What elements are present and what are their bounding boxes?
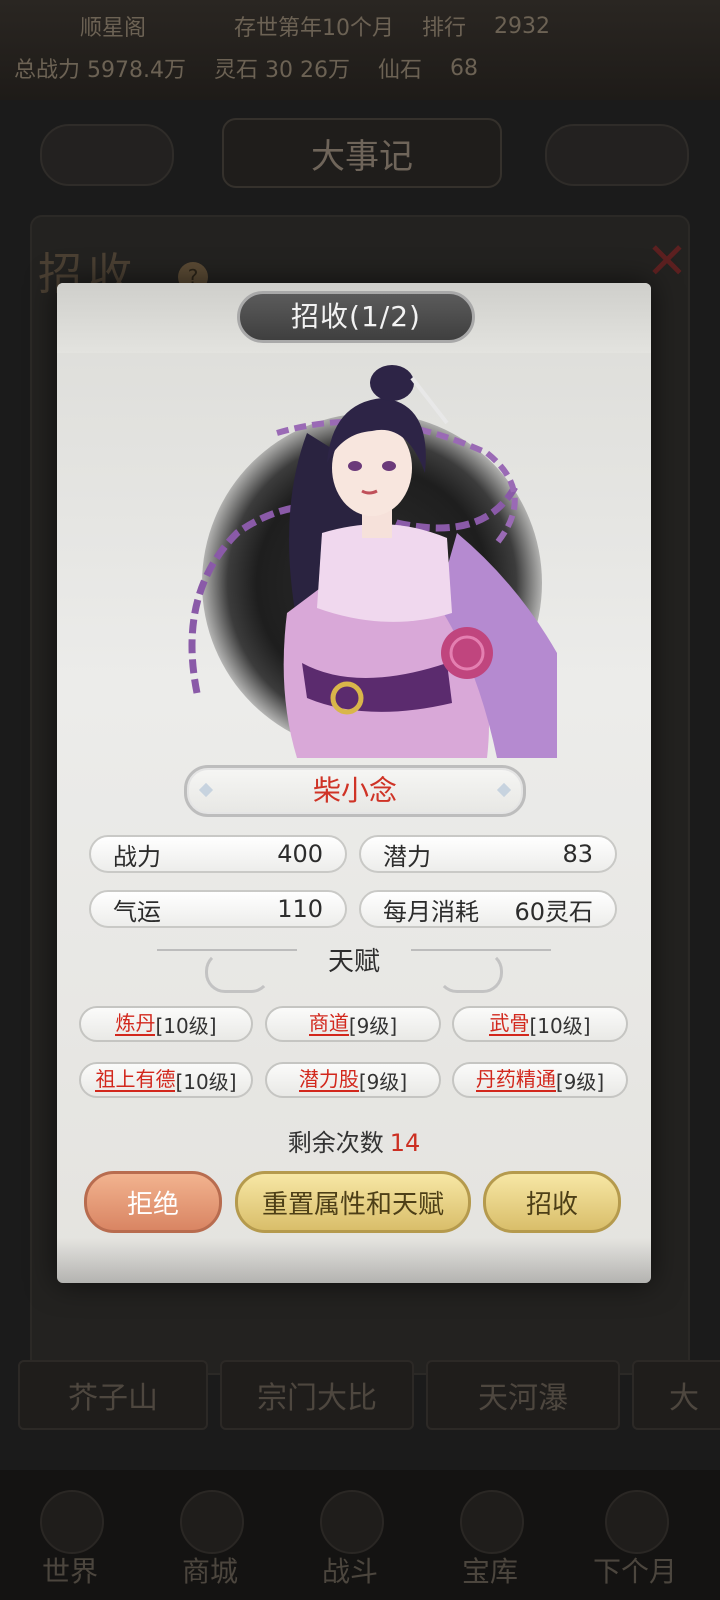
talent-name[interactable]: 潜力股 (298, 1068, 359, 1092)
talent-name[interactable]: 武骨 (489, 1012, 530, 1036)
stat-label: 气运 (113, 897, 161, 926)
resource-row: 总战力 5978.4万 灵石 30 26万 仙石 68 (14, 48, 720, 88)
talent-name[interactable]: 炼丹 (115, 1012, 156, 1036)
location-tabs: 芥子山 宗门大比 天河瀑 大 (0, 1360, 720, 1430)
nav-label: 世界 (41, 1555, 98, 1588)
nav-shop[interactable]: 商城 (150, 1490, 270, 1600)
talent-level: [10级] (155, 1013, 217, 1038)
talent-chip[interactable]: 祖上有德 [10级] (79, 1062, 253, 1098)
stat-label: 每月消耗 (383, 897, 479, 926)
stat-potential: 潜力 83 (359, 835, 617, 873)
spirit-stone: 灵石 30 26万 (213, 58, 350, 83)
refuse-button[interactable]: 拒绝 (84, 1171, 222, 1233)
talent-chip[interactable]: 商道 [9级] (265, 1006, 441, 1042)
close-icon[interactable]: ✕ (642, 236, 692, 286)
nav-label: 商城 (181, 1555, 238, 1588)
talent-chip[interactable]: 丹药精通 [9级] (452, 1062, 628, 1098)
remaining-count: 14 (389, 1129, 421, 1157)
disciple-name: 柴小念 (312, 774, 397, 807)
talent-chip[interactable]: 炼丹 [10级] (79, 1006, 253, 1042)
talent-chip[interactable]: 武骨 [10级] (452, 1006, 628, 1042)
top-tabs: 大事记 (0, 112, 720, 192)
sect-age: 存世第年10个月 (234, 16, 395, 41)
nav-world[interactable]: 世界 (10, 1490, 130, 1600)
ink-wash-decoration (57, 1238, 651, 1283)
remaining-attempts: 剩余次数 14 (57, 1123, 651, 1158)
location-tab[interactable]: 芥子山 (18, 1360, 208, 1430)
talent-title: 天赋 (327, 947, 380, 977)
location-tab[interactable]: 天河瀑 (426, 1360, 620, 1430)
diamond-ornament (198, 782, 214, 798)
location-tab[interactable]: 大 (632, 1360, 720, 1430)
battle-icon (320, 1490, 384, 1554)
recruit-button[interactable]: 招收 (483, 1171, 621, 1233)
reset-attributes-button[interactable]: 重置属性和天赋 (235, 1171, 471, 1233)
recruit-dialog: 招收(1/2) 柴小念 战力 400 潜力 83 气运 110 每月消耗 60灵… (57, 283, 651, 1283)
stat-fortune: 气运 110 (89, 890, 347, 928)
shop-icon (180, 1490, 244, 1554)
nav-treasury[interactable]: 宝库 (430, 1490, 550, 1600)
disciple-name-plate: 柴小念 (184, 765, 526, 817)
dialog-title: 招收(1/2) (237, 291, 475, 343)
nav-next-month[interactable]: 下个月 (575, 1490, 695, 1600)
tab-left[interactable] (40, 124, 174, 186)
talent-level: [10级] (175, 1069, 237, 1094)
stat-combat-power: 战力 400 (89, 835, 347, 873)
talent-name[interactable]: 祖上有德 (95, 1068, 176, 1092)
stat-value: 110 (277, 895, 323, 923)
total-power: 总战力 5978.4万 (14, 58, 186, 83)
stat-monthly-cost: 每月消耗 60灵石 (359, 890, 617, 928)
top-info-row: 顺星阁 存世第年10个月 排行 2932 (80, 6, 720, 46)
stat-value: 60灵石 (514, 897, 593, 926)
talent-chip[interactable]: 潜力股 [9级] (265, 1062, 441, 1098)
stat-label: 战力 (113, 842, 161, 871)
sect-name: 顺星阁 (80, 16, 147, 41)
rank-label: 排行 (422, 16, 467, 41)
nav-label: 下个月 (592, 1555, 677, 1588)
next-month-icon (605, 1490, 669, 1554)
character-illustration (188, 365, 557, 758)
talent-name[interactable]: 丹药精通 (475, 1068, 556, 1092)
talent-name[interactable]: 商道 (308, 1012, 349, 1036)
treasury-icon (460, 1490, 524, 1554)
world-icon (40, 1490, 104, 1554)
rank-value: 2932 (494, 13, 551, 39)
tab-chronicle[interactable]: 大事记 (222, 118, 502, 188)
stat-value: 83 (562, 840, 593, 868)
talent-level: [10级] (529, 1013, 591, 1038)
nav-label: 战斗 (321, 1555, 378, 1588)
nav-battle[interactable]: 战斗 (290, 1490, 410, 1600)
nav-label: 宝库 (461, 1555, 518, 1588)
disciple-portrait (157, 363, 557, 758)
diamond-ornament (496, 782, 512, 798)
stat-value: 400 (277, 840, 323, 868)
tab-right[interactable] (545, 124, 689, 186)
talent-level: [9级] (555, 1069, 605, 1094)
immortal-stone-value: 68 (449, 55, 478, 81)
remaining-label: 剩余次数 (287, 1129, 384, 1157)
location-tab[interactable]: 宗门大比 (220, 1360, 414, 1430)
stat-label: 潜力 (383, 842, 431, 871)
talent-level: [9级] (358, 1069, 408, 1094)
talent-level: [9级] (348, 1013, 398, 1038)
bottom-nav: 世界 商城 战斗 宝库 下个月 (0, 1470, 720, 1600)
immortal-stone: 仙石 (377, 58, 422, 83)
